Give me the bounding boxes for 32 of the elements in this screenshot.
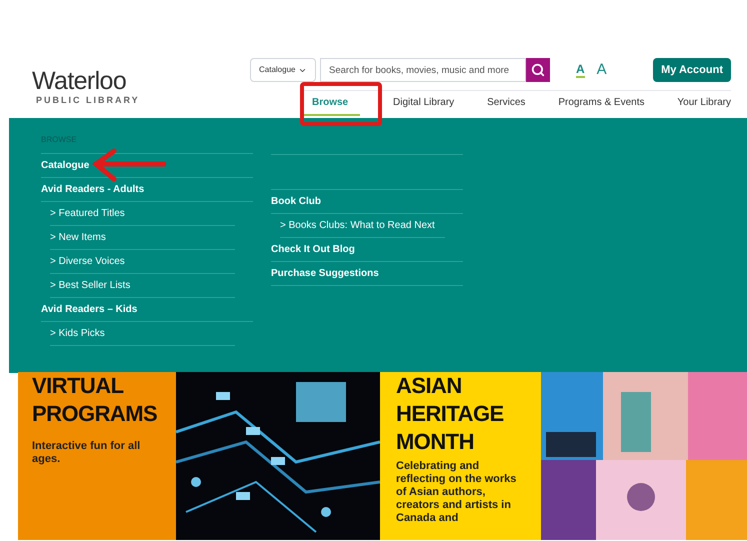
menu-link[interactable]: > Kids Picks <box>50 326 105 341</box>
logo-subtitle: PUBLIC LIBRARY <box>36 94 141 107</box>
nav-tab[interactable]: Your Library <box>677 91 731 116</box>
menu-link[interactable]: > Featured Titles <box>50 206 125 221</box>
menu-link[interactable]: Check It Out Blog <box>271 242 355 257</box>
menu-link[interactable]: > Best Seller Lists <box>50 278 130 293</box>
menu-link[interactable]: > Books Clubs: What to Read Next <box>280 218 435 233</box>
menu-link[interactable]: Book Club <box>271 194 321 209</box>
nav-tab[interactable]: Programs & Events <box>558 91 644 116</box>
search-field[interactable]: Search for books, movies, music and more <box>320 58 526 82</box>
account-button[interactable]: My Account <box>653 58 731 82</box>
menu-link[interactable]: Purchase Suggestions <box>271 266 379 281</box>
nav-tab[interactable]: Services <box>487 91 526 116</box>
menu-link[interactable]: Catalogue <box>41 158 90 173</box>
menu-link[interactable]: Avid Readers – Kids <box>41 302 138 317</box>
menu-link[interactable]: > New Items <box>50 230 106 245</box>
small-text-button[interactable]: A <box>576 62 585 78</box>
banner-title: VIRTUAL PROGRAMS <box>32 372 158 428</box>
banner-text: Celebrating and reflecting on the works of Asian authors, creators and artists in Canada and <box>396 460 518 525</box>
search-button[interactable] <box>526 58 550 82</box>
nav-tab[interactable]: Browse <box>300 91 360 116</box>
search-icon <box>531 63 545 77</box>
nav-tab[interactable]: Digital Library <box>393 91 454 116</box>
banner-title: ASIAN HERITAGE MONTH <box>396 372 505 456</box>
scope-select[interactable]: Catalogue <box>250 58 316 82</box>
logo-name[interactable]: Waterloo <box>32 68 250 94</box>
menu-link[interactable]: Avid Readers - Adults <box>41 182 144 197</box>
banner-text: Interactive fun for all ages. <box>32 440 142 466</box>
large-text-button[interactable]: A <box>596 58 607 82</box>
banner-panel[interactable]: VIRTUAL PROGRAMS Interactive fun for all ages. <box>18 372 176 540</box>
menu-link[interactable]: > Diverse Voices <box>50 254 125 269</box>
banner-panel[interactable]: ASIAN HERITAGE MONTH Celebrating and reflecting on the works of Asian authors, creators and artists in Canada and <box>380 372 541 540</box>
